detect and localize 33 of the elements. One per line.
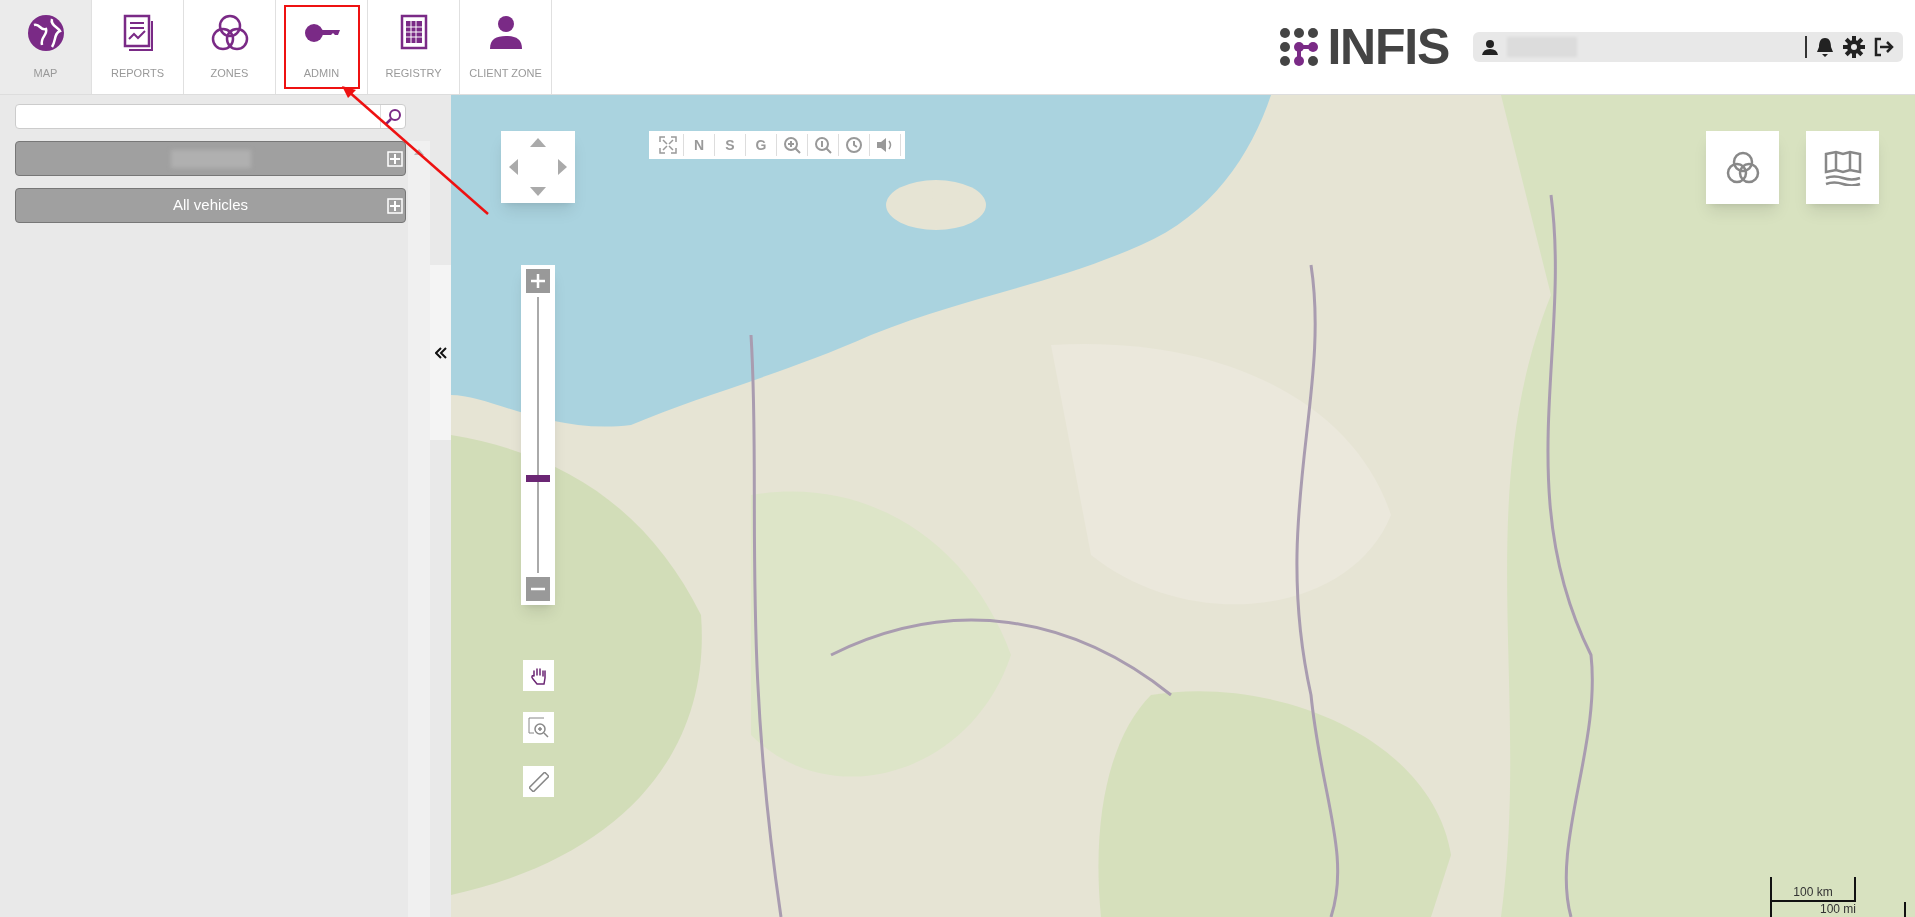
scale-label: 100 km <box>1793 885 1833 899</box>
zoom-icon[interactable] <box>813 135 833 155</box>
zoom-in-icon[interactable] <box>782 135 802 155</box>
collapse-handle[interactable] <box>430 265 451 440</box>
base-map-button[interactable] <box>1806 131 1879 204</box>
nav-tab[interactable]: MAP <box>0 0 92 94</box>
zones-icon[interactable] <box>1724 149 1761 186</box>
zones-icon <box>209 12 250 53</box>
toolbar-button[interactable]: G <box>746 134 777 156</box>
toolbar-button[interactable]: N <box>684 134 715 156</box>
bell-icon[interactable] <box>1815 36 1835 58</box>
logo-text: INFIS <box>1327 22 1449 72</box>
group-header[interactable] <box>15 141 406 176</box>
map-book-icon[interactable] <box>1823 149 1862 186</box>
nav-tab[interactable]: ADMIN <box>283 5 360 89</box>
plus-icon[interactable] <box>387 151 403 167</box>
logo-icon <box>1279 27 1320 67</box>
collapse-icon[interactable] <box>434 346 447 359</box>
zoom-thumb[interactable] <box>526 475 550 483</box>
layers-button[interactable] <box>1706 131 1779 204</box>
toolbar-button[interactable]: S <box>715 134 746 156</box>
logout-icon[interactable] <box>1873 36 1895 58</box>
group-header[interactable]: All vehicles <box>15 188 406 223</box>
search-field[interactable] <box>15 104 406 129</box>
scroll-up-icon[interactable] <box>414 149 424 155</box>
settings-icon[interactable] <box>1843 36 1865 58</box>
globe-icon <box>25 12 66 53</box>
extent-icon[interactable] <box>658 135 678 155</box>
user-icon[interactable] <box>1481 38 1499 56</box>
clock-icon[interactable] <box>844 135 864 155</box>
search-icon[interactable] <box>384 107 402 126</box>
scale-label: 100 mi <box>1820 902 1856 916</box>
plus-icon[interactable] <box>387 198 403 214</box>
